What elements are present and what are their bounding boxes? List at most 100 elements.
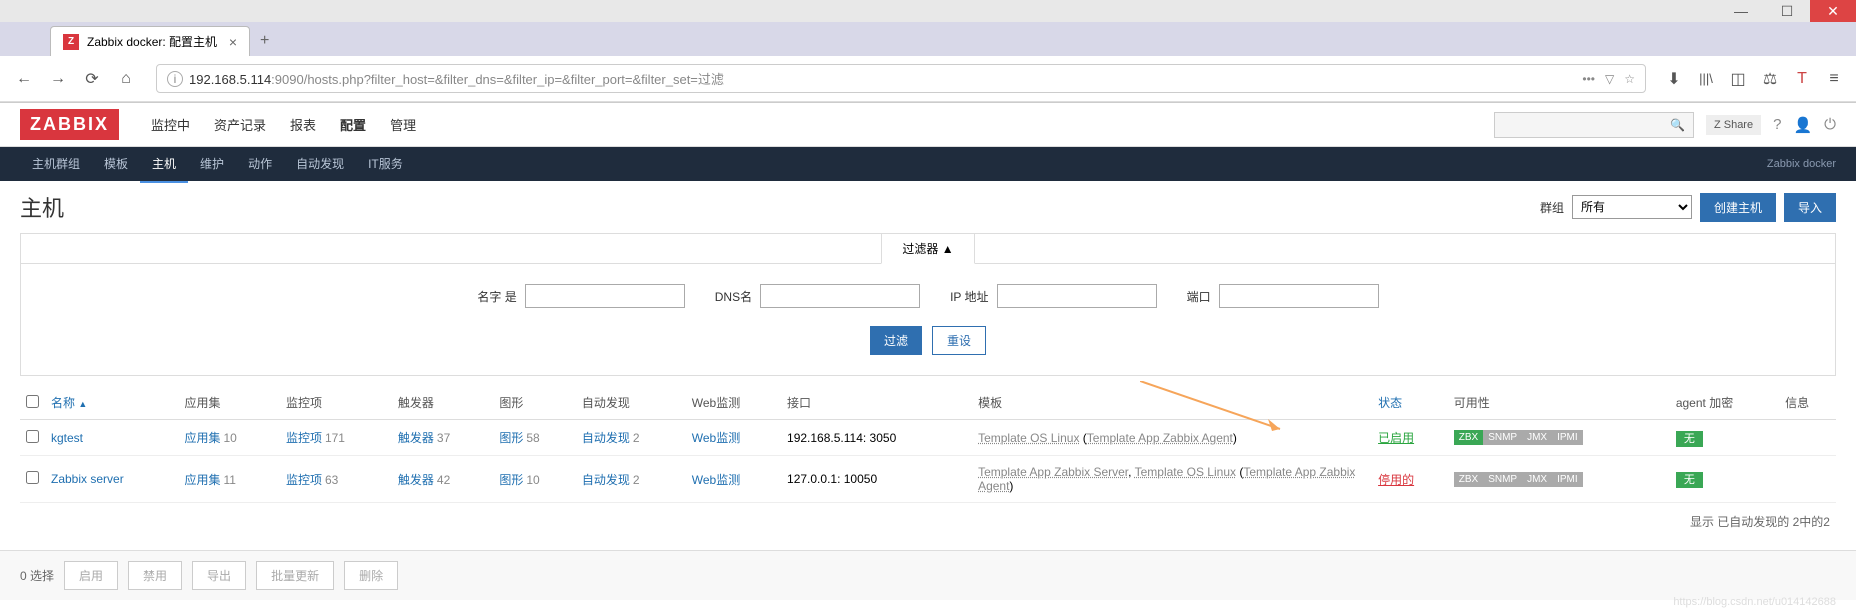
- url-dots-icon[interactable]: •••: [1582, 72, 1595, 86]
- discovery-link[interactable]: 自动发现: [582, 473, 630, 487]
- graphs-link[interactable]: 图形: [499, 431, 523, 445]
- url-pocket-icon[interactable]: ▽: [1605, 72, 1614, 86]
- bottom-action-bar: 0 选择 启用 禁用 导出 批量更新 删除: [0, 550, 1856, 600]
- power-icon[interactable]: ⏻: [1824, 116, 1836, 133]
- col-name[interactable]: 名称 ▲: [45, 386, 178, 420]
- extension-t-icon[interactable]: T: [1792, 69, 1812, 89]
- search-input[interactable]: 🔍: [1494, 112, 1694, 138]
- sub-nav-item[interactable]: 自动发现: [284, 146, 356, 183]
- page-header: 主机 群组 所有 创建主机 导入: [20, 191, 1836, 223]
- sub-nav-item[interactable]: 主机群组: [20, 146, 92, 183]
- nav-back-icon[interactable]: ←: [12, 67, 36, 91]
- help-icon[interactable]: ?: [1773, 116, 1781, 133]
- filter-reset-button[interactable]: 重设: [932, 326, 986, 355]
- window-minimize[interactable]: —: [1718, 0, 1764, 22]
- web-link[interactable]: Web监测: [692, 431, 740, 445]
- url-star-icon[interactable]: ☆: [1624, 72, 1635, 86]
- sub-nav-item[interactable]: IT服务: [356, 146, 415, 183]
- template-link[interactable]: Template App Zabbix Server: [978, 465, 1128, 479]
- graphs-link[interactable]: 图形: [499, 473, 523, 487]
- row-checkbox[interactable]: [26, 471, 39, 484]
- share-button[interactable]: Z Share: [1706, 115, 1761, 135]
- window-maximize[interactable]: ☐: [1764, 0, 1810, 22]
- col-encrypt: agent 加密: [1670, 386, 1779, 420]
- main-nav-item[interactable]: 资产记录: [202, 103, 278, 146]
- web-link[interactable]: Web监测: [692, 473, 740, 487]
- main-nav-item[interactable]: 管理: [378, 103, 428, 146]
- enable-button[interactable]: 启用: [64, 561, 118, 590]
- status-toggle[interactable]: 停用的: [1378, 473, 1414, 487]
- host-link[interactable]: kgtest: [51, 431, 83, 445]
- mass-update-button[interactable]: 批量更新: [256, 561, 334, 590]
- import-button[interactable]: 导入: [1784, 193, 1836, 222]
- triggers-link[interactable]: 触发器: [398, 473, 434, 487]
- url-bar[interactable]: i 192.168.5.114:9090/hosts.php?filter_ho…: [156, 64, 1646, 93]
- filter-name-input[interactable]: [525, 284, 685, 308]
- hosts-table: 名称 ▲ 应用集 监控项 触发器 图形 自动发现 Web监测 接口 模板 状态 …: [20, 386, 1836, 503]
- template-link[interactable]: Template OS Linux: [1135, 465, 1236, 479]
- disable-button[interactable]: 禁用: [128, 561, 182, 590]
- zabbix-logo[interactable]: ZABBIX: [20, 109, 119, 140]
- filter-dns-field: DNS名: [715, 284, 920, 308]
- download-icon[interactable]: ⬇: [1664, 69, 1684, 89]
- url-path: :9090/hosts.php?filter_host=&filter_dns=…: [271, 72, 724, 87]
- template-link[interactable]: Template App Zabbix Agent: [1087, 431, 1233, 445]
- template-link[interactable]: Template OS Linux: [978, 431, 1079, 445]
- filter-port-field: 端口: [1187, 284, 1379, 308]
- apps-link[interactable]: 应用集: [184, 473, 220, 487]
- sub-nav-item[interactable]: 主机: [140, 146, 188, 183]
- col-status[interactable]: 状态: [1372, 386, 1448, 420]
- nav-reload-icon[interactable]: ⟳: [80, 67, 104, 91]
- group-select[interactable]: 所有: [1572, 195, 1692, 219]
- main-nav: 监控中资产记录报表配置管理: [139, 103, 1494, 146]
- window-close[interactable]: ✕: [1810, 0, 1856, 22]
- tab-favicon: Z: [63, 34, 79, 50]
- filter-dns-input[interactable]: [760, 284, 920, 308]
- tab-close-icon[interactable]: ×: [229, 34, 237, 50]
- url-info-icon[interactable]: i: [167, 71, 183, 87]
- balance-icon[interactable]: ⚖: [1760, 69, 1780, 89]
- tab-bar: Z Zabbix docker: 配置主机 × +: [0, 22, 1856, 56]
- toolbar-icons: ⬇ |||\ ◫ ⚖ T ≡: [1664, 69, 1844, 89]
- sub-nav-item[interactable]: 模板: [92, 146, 140, 183]
- delete-button[interactable]: 删除: [344, 561, 398, 590]
- templates-cell: Template OS Linux (Template App Zabbix A…: [972, 420, 1372, 456]
- export-button[interactable]: 导出: [192, 561, 246, 590]
- sub-nav-item[interactable]: 动作: [236, 146, 284, 183]
- col-web: Web监测: [686, 386, 781, 420]
- new-tab-button[interactable]: +: [250, 26, 279, 56]
- items-link[interactable]: 监控项: [286, 431, 322, 445]
- nav-forward-icon[interactable]: →: [46, 67, 70, 91]
- url-host: 192.168.5.114: [189, 72, 271, 87]
- browser-tab[interactable]: Z Zabbix docker: 配置主机 ×: [50, 26, 250, 56]
- row-checkbox[interactable]: [26, 430, 39, 443]
- library-icon[interactable]: |||\: [1696, 69, 1716, 89]
- host-link[interactable]: Zabbix server: [51, 472, 124, 486]
- triggers-link[interactable]: 触发器: [398, 431, 434, 445]
- main-nav-item[interactable]: 配置: [328, 103, 378, 146]
- discovery-link[interactable]: 自动发现: [582, 431, 630, 445]
- info-cell: [1779, 420, 1836, 456]
- main-nav-item[interactable]: 报表: [278, 103, 328, 146]
- sub-nav-item[interactable]: 维护: [188, 146, 236, 183]
- avail-jmx-badge: JMX: [1522, 472, 1552, 487]
- avail-jmx-badge: JMX: [1522, 430, 1552, 445]
- filter-apply-button[interactable]: 过滤: [870, 326, 922, 355]
- page-title: 主机: [20, 191, 1540, 223]
- sort-arrow-icon: ▲: [78, 399, 87, 409]
- nav-home-icon[interactable]: ⌂: [114, 67, 138, 91]
- items-link[interactable]: 监控项: [286, 473, 322, 487]
- create-host-button[interactable]: 创建主机: [1700, 193, 1776, 222]
- col-items: 监控项: [280, 386, 392, 420]
- status-toggle[interactable]: 已启用: [1378, 431, 1414, 445]
- menu-icon[interactable]: ≡: [1824, 69, 1844, 89]
- filter-tab[interactable]: 过滤器 ▲: [881, 234, 974, 264]
- filter-ip-input[interactable]: [997, 284, 1157, 308]
- main-nav-item[interactable]: 监控中: [139, 103, 202, 146]
- user-icon[interactable]: 👤: [1793, 116, 1812, 134]
- sidebar-icon[interactable]: ◫: [1728, 69, 1748, 89]
- filter-port-input[interactable]: [1219, 284, 1379, 308]
- select-all-checkbox[interactable]: [26, 395, 39, 408]
- avail-ipmi-badge: IPMI: [1552, 430, 1583, 445]
- apps-link[interactable]: 应用集: [184, 431, 220, 445]
